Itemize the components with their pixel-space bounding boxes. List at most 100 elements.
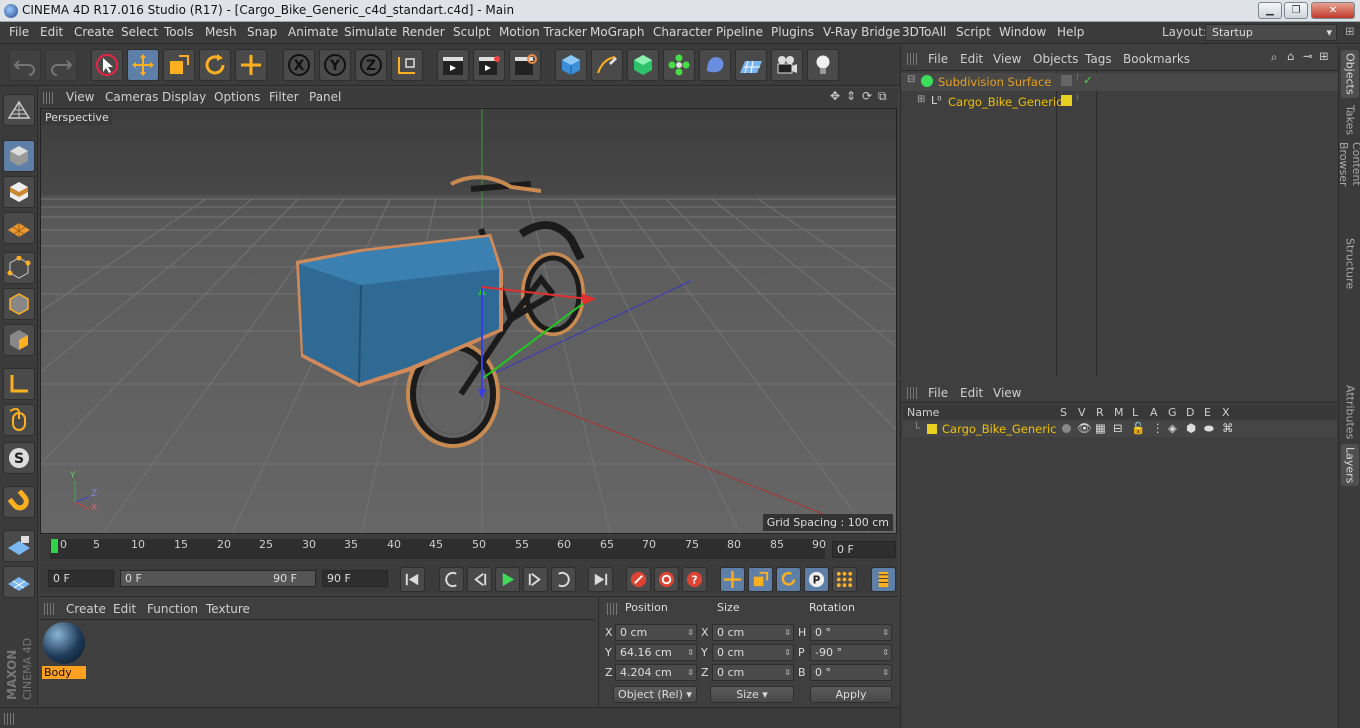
next-key-button[interactable] bbox=[551, 567, 576, 592]
apply-button[interactable]: Apply bbox=[810, 686, 892, 703]
autokeying-button[interactable] bbox=[654, 567, 679, 592]
menu-render[interactable]: Render bbox=[402, 25, 445, 39]
key-rotation-button[interactable] bbox=[776, 567, 801, 592]
add-camera-button[interactable] bbox=[771, 49, 803, 81]
menu-help[interactable]: Help bbox=[1057, 25, 1084, 39]
maximize-button[interactable]: ❐ bbox=[1284, 2, 1308, 19]
frame-range-slider[interactable]: 0 F 90 F bbox=[120, 570, 316, 587]
locked-column-header[interactable]: L bbox=[1132, 406, 1138, 419]
workplane-snap-button[interactable] bbox=[3, 566, 35, 598]
size-z-field[interactable]: 0 cm ⇳ bbox=[712, 664, 794, 681]
render-column-header[interactable]: R bbox=[1096, 406, 1104, 419]
enable-axis-button[interactable] bbox=[3, 530, 35, 562]
expressions-column-header[interactable]: E bbox=[1204, 406, 1211, 419]
menu-motion-tracker[interactable]: Motion Tracker bbox=[499, 25, 587, 39]
stepper-icon[interactable]: ⇳ bbox=[687, 665, 694, 680]
objects-menu-objects[interactable]: Objects bbox=[1033, 52, 1078, 66]
tab-layers[interactable]: Layers bbox=[1341, 444, 1359, 486]
polygons-mode-button[interactable] bbox=[3, 324, 35, 356]
home-icon[interactable]: ⌂ bbox=[1287, 49, 1294, 63]
panel-menu-icon[interactable]: ⊞ bbox=[1345, 24, 1355, 38]
layers-menu-view[interactable]: View bbox=[993, 386, 1021, 400]
edges-mode-button[interactable] bbox=[3, 288, 35, 320]
close-button[interactable]: ✕ bbox=[1311, 2, 1355, 19]
move-tool-button[interactable] bbox=[127, 49, 159, 81]
material-menu-texture[interactable]: Texture bbox=[206, 602, 250, 616]
stepper-icon[interactable]: ⇳ bbox=[882, 665, 889, 680]
rotation-h-field[interactable]: 0 ° ⇳ bbox=[810, 624, 892, 641]
current-frame-field[interactable]: 0 F bbox=[832, 541, 896, 558]
record-active-objects-button[interactable] bbox=[626, 567, 651, 592]
material-swatch-body[interactable]: Body bbox=[42, 621, 86, 679]
generator-icon[interactable]: ◈ bbox=[1168, 421, 1177, 435]
tab-attributes[interactable]: Attributes bbox=[1341, 384, 1359, 440]
stepper-icon[interactable]: ⇳ bbox=[687, 625, 694, 640]
menu-sculpt[interactable]: Sculpt bbox=[453, 25, 490, 39]
material-menu-edit[interactable]: Edit bbox=[113, 602, 136, 616]
menu-plugins[interactable]: Plugins bbox=[771, 25, 814, 39]
tab-structure[interactable]: Structure bbox=[1341, 236, 1359, 292]
object-name[interactable]: Cargo_Bike_Generic bbox=[948, 95, 1062, 109]
stepper-icon[interactable]: ⇳ bbox=[784, 665, 791, 680]
menu-file[interactable]: File bbox=[9, 25, 29, 39]
scale-tool-button[interactable] bbox=[163, 49, 195, 81]
workplane-mode-button[interactable] bbox=[3, 212, 35, 244]
objects-menu-bookmarks[interactable]: Bookmarks bbox=[1123, 52, 1190, 66]
solo-toggle-icon[interactable] bbox=[1062, 424, 1071, 433]
viewport-menu-filter[interactable]: Filter bbox=[269, 90, 299, 104]
add-mograph-button[interactable] bbox=[663, 49, 695, 81]
tab-objects[interactable]: Objects bbox=[1341, 50, 1359, 98]
stepper-icon[interactable]: ⇳ bbox=[784, 645, 791, 660]
previous-frame-button[interactable] bbox=[467, 567, 492, 592]
solo-column-header[interactable]: S bbox=[1060, 406, 1067, 419]
eye-icon[interactable]: 👁 bbox=[1077, 421, 1092, 435]
minimize-button[interactable]: ▁ bbox=[1258, 2, 1282, 19]
stepper-icon[interactable]: ⇳ bbox=[784, 625, 791, 640]
render-picture-viewer-button[interactable] bbox=[473, 49, 505, 81]
keyframe-selection-button[interactable]: ? bbox=[682, 567, 707, 592]
timeline-window-button[interactable] bbox=[871, 567, 896, 592]
render-view-button[interactable] bbox=[437, 49, 469, 81]
stepper-icon[interactable]: ⇳ bbox=[687, 645, 694, 660]
points-mode-button[interactable] bbox=[3, 252, 35, 284]
perspective-viewport[interactable]: Perspective Y Z X Grid Spacing : 100 cm bbox=[40, 108, 897, 534]
viewport-menu-display[interactable]: Display bbox=[162, 90, 206, 104]
lock-icon[interactable]: 🔓 bbox=[1131, 421, 1145, 435]
key-point-level-button[interactable] bbox=[832, 567, 857, 592]
menu-create[interactable]: Create bbox=[74, 25, 114, 39]
object-name[interactable]: Subdivision Surface bbox=[938, 75, 1051, 89]
size-mode-select[interactable]: Size ▾ bbox=[710, 686, 794, 703]
make-editable-button[interactable] bbox=[3, 94, 35, 126]
axis-mode-button[interactable] bbox=[3, 368, 35, 400]
pin-icon[interactable]: ⊸ bbox=[1303, 49, 1313, 63]
objects-menu-edit[interactable]: Edit bbox=[960, 52, 983, 66]
menu-window[interactable]: Window bbox=[999, 25, 1046, 39]
menu-vray-bridge[interactable]: V-Ray Bridge bbox=[823, 25, 900, 39]
objects-menu-view[interactable]: View bbox=[993, 52, 1021, 66]
size-x-field[interactable]: 0 cm ⇳ bbox=[712, 624, 794, 641]
timeline-ruler[interactable]: 0 5 10 15 20 25 30 35 40 45 50 55 60 65 … bbox=[40, 535, 898, 563]
view-column-header[interactable]: V bbox=[1078, 406, 1086, 419]
y-axis-button[interactable]: Y bbox=[319, 49, 351, 81]
tree-expand-icon[interactable]: ⊞ bbox=[917, 94, 925, 105]
viewport-zoom-icon[interactable]: ⇕ bbox=[846, 89, 856, 103]
menu-mograph[interactable]: MoGraph bbox=[590, 25, 645, 39]
stepper-icon[interactable]: ⇳ bbox=[882, 625, 889, 640]
xref-icon[interactable]: ⌘ bbox=[1222, 421, 1234, 435]
visibility-dots-icon[interactable]: ⁝ bbox=[1076, 73, 1079, 83]
viewport-menu-view[interactable]: View bbox=[66, 90, 94, 104]
new-window-icon[interactable]: ⊞ bbox=[1319, 49, 1329, 63]
key-scale-button[interactable] bbox=[748, 567, 773, 592]
menu-tools[interactable]: Tools bbox=[164, 25, 194, 39]
layout-select[interactable]: Startup ▾ bbox=[1205, 24, 1337, 41]
menu-3dtoall[interactable]: 3DToAll bbox=[902, 25, 946, 39]
add-floor-button[interactable] bbox=[735, 49, 767, 81]
x-axis-button[interactable]: X bbox=[283, 49, 315, 81]
layer-name[interactable]: Cargo_Bike_Generic bbox=[942, 422, 1056, 436]
material-menu-create[interactable]: Create bbox=[66, 602, 106, 616]
menu-snap[interactable]: Snap bbox=[247, 25, 277, 39]
z-axis-button[interactable]: Z bbox=[355, 49, 387, 81]
menu-animate[interactable]: Animate bbox=[288, 25, 338, 39]
rotation-b-field[interactable]: 0 ° ⇳ bbox=[810, 664, 892, 681]
layer-color-swatch[interactable] bbox=[927, 424, 937, 434]
